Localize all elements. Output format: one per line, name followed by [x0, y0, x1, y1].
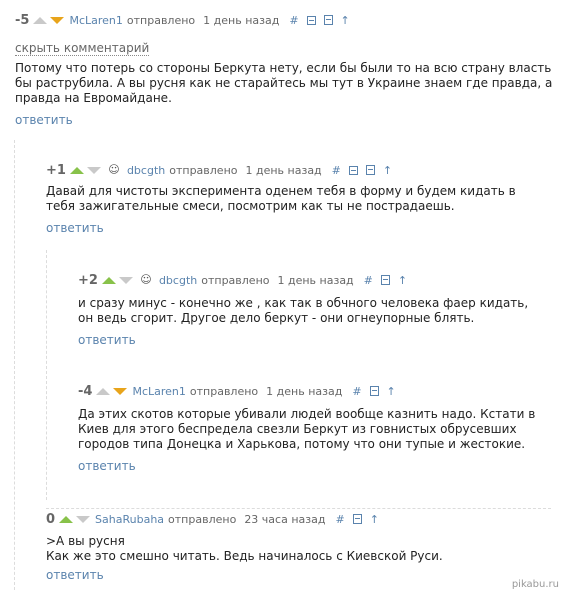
- arrow-up-icon[interactable]: ↑: [370, 514, 379, 525]
- comment-time: 1 день назад: [245, 163, 322, 177]
- comment: -4 McLaren1 отправлено 1 день назад # ↑ …: [78, 383, 548, 474]
- comment-meta: 0 SahaRubaha отправлено 23 часа назад # …: [46, 511, 551, 527]
- comment-text-quote: >А вы русня: [46, 534, 125, 548]
- hide-comment-link[interactable]: скрыть комментарий: [15, 42, 150, 56]
- hash-link-icon[interactable]: #: [332, 165, 341, 176]
- arrow-up-icon[interactable]: ↑: [383, 165, 392, 176]
- posted-label: отправлено: [169, 163, 238, 177]
- posted-label: отправлено: [201, 273, 270, 287]
- comment-rating: -5: [15, 12, 30, 28]
- author-link[interactable]: McLaren1: [132, 385, 185, 398]
- comment-time: 1 день назад: [277, 273, 354, 287]
- thread-line: [14, 140, 15, 590]
- comment: +2 ☺ dbcgth отправлено 1 день назад # ↑ …: [78, 272, 548, 348]
- upvote-icon[interactable]: [101, 276, 116, 284]
- downvote-icon[interactable]: [118, 276, 133, 284]
- arrow-up-icon[interactable]: ↑: [398, 275, 407, 286]
- author-link[interactable]: dbcgth: [159, 274, 197, 287]
- reply-link[interactable]: ответить: [46, 221, 551, 235]
- arrow-up-icon[interactable]: ↑: [341, 15, 350, 26]
- reply-link[interactable]: ответить: [78, 459, 548, 473]
- comment-meta: -4 McLaren1 отправлено 1 день назад # ↑: [78, 383, 548, 399]
- save-icon[interactable]: [369, 386, 379, 396]
- hash-link-icon[interactable]: #: [352, 386, 361, 397]
- comment: -5 McLaren1 отправлено 1 день назад # ↑ …: [15, 12, 555, 127]
- hash-link-icon[interactable]: #: [364, 275, 373, 286]
- watermark: pikabu.ru: [511, 579, 559, 590]
- arrow-up-icon[interactable]: ↑: [387, 386, 396, 397]
- comment-time: 1 день назад: [266, 384, 343, 398]
- comment-text: Потому что потерь со стороны Беркута нет…: [15, 61, 553, 105]
- comment: 0 SahaRubaha отправлено 23 часа назад # …: [46, 511, 551, 583]
- save-icon[interactable]: [365, 165, 375, 175]
- collapse-icon[interactable]: [348, 165, 358, 175]
- upvote-icon[interactable]: [59, 515, 74, 523]
- save-icon[interactable]: [380, 275, 390, 285]
- comment-text: Как же это смешно читать. Ведь начиналос…: [46, 549, 443, 563]
- hash-link-icon[interactable]: #: [289, 15, 298, 26]
- comment-rating: +1: [46, 162, 66, 178]
- hash-link-icon[interactable]: #: [335, 514, 344, 525]
- comment-meta: +2 ☺ dbcgth отправлено 1 день назад # ↑: [78, 272, 548, 288]
- comment-meta: -5 McLaren1 отправлено 1 день назад # ↑: [15, 12, 555, 28]
- author-link[interactable]: SahaRubaha: [95, 513, 164, 526]
- downvote-icon[interactable]: [76, 515, 91, 523]
- downvote-icon[interactable]: [86, 166, 101, 174]
- upvote-icon[interactable]: [69, 166, 84, 174]
- posted-label: отправлено: [168, 512, 237, 526]
- comment-rating: +2: [78, 272, 98, 288]
- comment-rating: 0: [46, 511, 56, 527]
- upvote-icon[interactable]: [96, 387, 111, 395]
- thread-line: [46, 250, 47, 500]
- author-link[interactable]: McLaren1: [69, 14, 122, 27]
- comment-time: 1 день назад: [203, 13, 280, 27]
- comment-rating: -4: [78, 383, 93, 399]
- save-icon[interactable]: [352, 514, 362, 524]
- avatar-icon: ☺: [140, 273, 152, 286]
- reply-link[interactable]: ответить: [15, 113, 555, 127]
- comment-time: 23 часа назад: [244, 512, 326, 526]
- reply-link[interactable]: ответить: [78, 333, 548, 347]
- save-icon[interactable]: [323, 15, 333, 25]
- reply-link[interactable]: ответить: [46, 568, 551, 582]
- author-link[interactable]: dbcgth: [127, 164, 165, 177]
- comment: +1 ☺ dbcgth отправлено 1 день назад # ↑ …: [46, 162, 551, 236]
- downvote-icon[interactable]: [50, 16, 65, 24]
- comment-text: Да этих скотов которые убивали людей воо…: [78, 407, 536, 451]
- comment-text: и сразу минус - конечно же , как так в о…: [78, 296, 529, 325]
- collapse-icon[interactable]: [306, 15, 316, 25]
- avatar-icon: ☺: [108, 163, 120, 176]
- comment-meta: +1 ☺ dbcgth отправлено 1 день назад # ↑: [46, 162, 551, 178]
- comment-text: Давай для чистоты эксперимента оденем те…: [46, 184, 516, 213]
- posted-label: отправлено: [126, 13, 196, 27]
- downvote-icon[interactable]: [113, 387, 128, 395]
- upvote-icon[interactable]: [33, 16, 48, 24]
- separator: [46, 508, 551, 509]
- posted-label: отправлено: [189, 384, 259, 398]
